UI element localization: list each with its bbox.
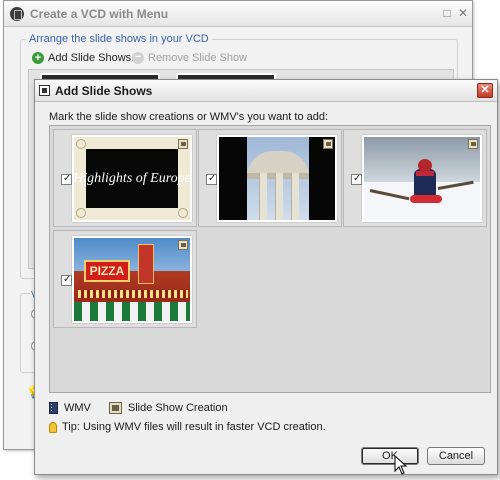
column [259,173,267,220]
slide-show-creation-icon [468,139,478,149]
cancel-button[interactable]: Cancel [427,447,485,465]
dialog-title: Add Slide Shows [55,84,153,98]
child-legs [410,195,442,203]
tip: Tip: Using WMV files will result in fast… [49,421,326,433]
dialog-instruction: Mark the slide show creations or WMV's y… [49,111,329,123]
pizza-sign: PIZZA [84,260,130,282]
add-icon: + [32,52,44,64]
remove-icon: − [132,52,144,64]
slide-show-item[interactable] [198,129,342,227]
remove-slide-show-label: Remove Slide Show [148,52,248,64]
column [291,173,299,220]
pizza-sign-photo: PIZZA [74,238,190,321]
lightbulb-icon [49,421,57,433]
create-vcd-titlebar: Create a VCD with Menu □ ✕ [4,1,472,27]
item-checkbox[interactable] [61,274,72,286]
slide-show-item[interactable] [343,129,487,227]
ornament-icon [178,208,188,218]
maximize-icon[interactable]: □ [440,6,454,20]
item-checkbox[interactable] [61,173,72,185]
slide-show-item[interactable]: PIZZA [53,230,197,328]
slide-show-thumbnail[interactable]: PIZZA [72,236,192,323]
slide-show-creation-icon [178,240,188,250]
slide-show-grid: Highlights of Europe [49,125,491,393]
arrange-group-label: Arrange the slide shows in your VCD [26,33,212,45]
ornament-icon [76,208,86,218]
slide-show-item[interactable]: Highlights of Europe [53,129,197,227]
slide-show-thumbnail[interactable]: Highlights of Europe [72,135,192,222]
slide-show-thumbnail[interactable] [362,135,482,222]
europe-title-panel: Highlights of Europe [74,149,190,208]
close-icon[interactable]: ✕ [456,6,470,20]
create-vcd-title: Create a VCD with Menu [30,7,169,21]
app-icon [10,7,24,21]
dialog-close-button[interactable]: ✕ [477,83,493,98]
ornament-icon [76,139,86,149]
europe-title-card: Highlights of Europe [74,137,190,220]
legend: WMV Slide Show Creation [49,402,228,414]
wmv-legend-label: WMV [64,402,91,414]
add-slide-shows-label: Add Slide Shows... [48,52,141,64]
remove-slide-show-button[interactable]: − Remove Slide Show [132,52,247,64]
slide-show-creation-icon [178,139,188,149]
tip-text: Tip: Using WMV files will result in fast… [62,421,326,433]
child-in-snow-photo [364,137,480,220]
sign-tower [138,244,154,284]
dialog-titlebar: Add Slide Shows ✕ [35,80,497,102]
slide-show-creation-icon [108,402,122,414]
dialog-app-icon [39,85,50,96]
slide-show-creation-icon [323,139,333,149]
column [275,173,283,220]
wmv-icon [49,402,58,414]
item-checkbox[interactable] [206,173,217,185]
creation-legend-label: Slide Show Creation [127,402,228,414]
europe-title-text: Highlights of Europe [73,170,191,186]
item-checkbox[interactable] [351,173,362,185]
add-slide-shows-button[interactable]: + Add Slide Shows... [32,52,140,64]
marquee-lights [78,290,188,298]
ok-button[interactable]: OK [361,447,419,465]
striped-awning [74,302,190,321]
building-columns-photo [219,137,335,220]
slide-show-thumbnail[interactable] [217,135,337,222]
mouse-cursor-icon [394,455,408,475]
child-scarf [416,171,434,176]
add-slide-shows-dialog: Add Slide Shows ✕ Mark the slide show cr… [34,79,498,475]
